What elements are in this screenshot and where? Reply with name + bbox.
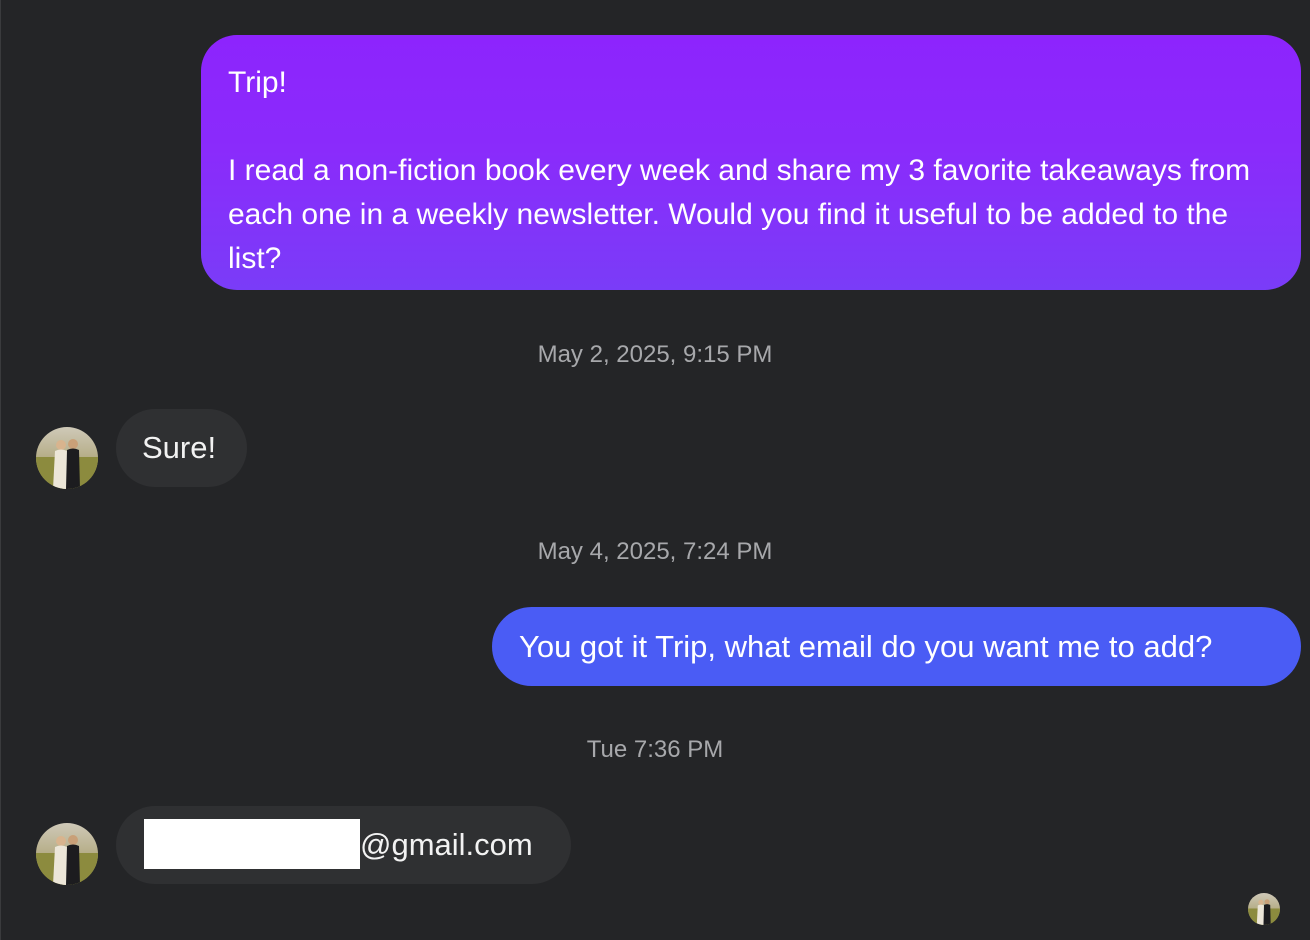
read-receipt-avatar-icon (1248, 893, 1280, 925)
contact-avatar-icon[interactable] (36, 823, 98, 885)
redaction-box (144, 818, 360, 869)
contact-avatar-icon[interactable] (36, 427, 98, 489)
window-left-border (0, 0, 1, 940)
timestamp-3: Tue 7:36 PM (586, 736, 724, 763)
email-domain-text: @gmail.com (360, 827, 533, 862)
outgoing-message-2[interactable]: You got it Trip, what email do you want … (492, 607, 1301, 686)
incoming-message-1[interactable]: Sure! (116, 409, 247, 487)
incoming-message-2[interactable]: @gmail.com (116, 806, 571, 884)
outgoing-message-1[interactable]: Trip! I read a non-fiction book every we… (201, 35, 1301, 290)
timestamp-2: May 4, 2025, 7:24 PM (537, 538, 773, 565)
timestamp-1: May 2, 2025, 9:15 PM (537, 341, 773, 368)
